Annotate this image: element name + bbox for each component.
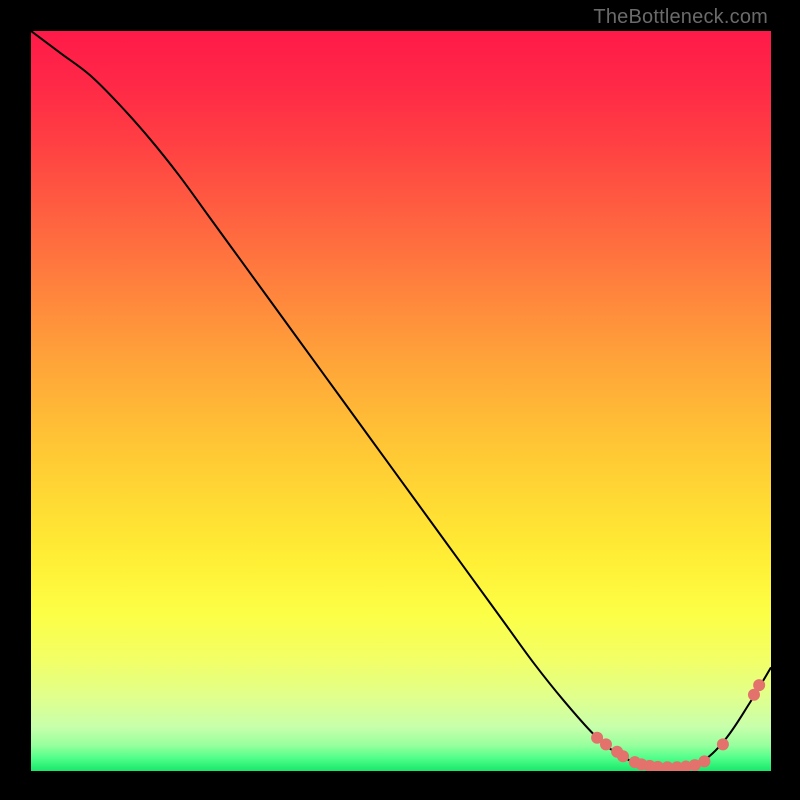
bottleneck-curve — [31, 31, 771, 768]
plot-area — [31, 31, 771, 771]
curve-marker — [717, 738, 729, 750]
curve-marker — [753, 679, 765, 691]
curve-marker — [600, 738, 612, 750]
curve-marker — [617, 750, 629, 762]
curve-markers — [591, 679, 765, 771]
watermark-label: TheBottleneck.com — [593, 6, 768, 29]
curve-marker — [698, 755, 710, 767]
curve-layer — [31, 31, 771, 771]
chart-stage: TheBottleneck.com — [0, 0, 800, 800]
